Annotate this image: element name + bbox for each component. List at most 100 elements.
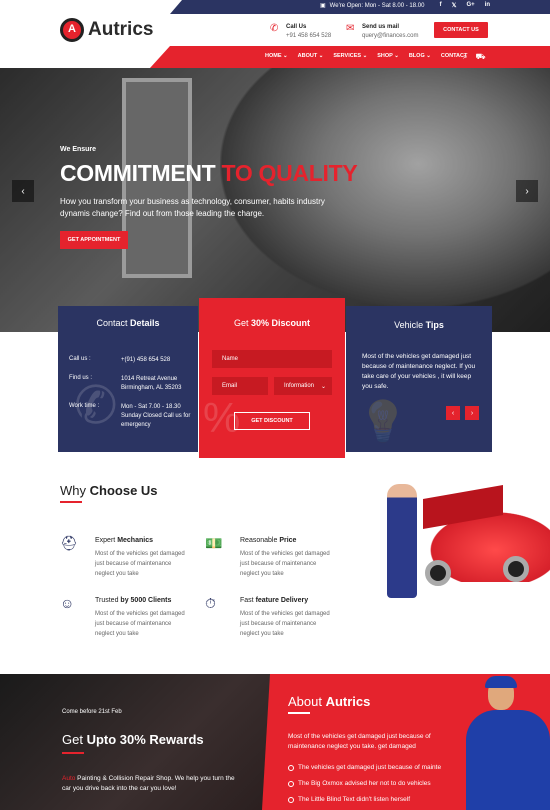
why-title-light: Why xyxy=(60,483,90,498)
feature-desc: Most of the vehicles get damaged just be… xyxy=(240,551,330,577)
feature-title-light: Reasonable xyxy=(240,537,280,544)
google-plus-icon[interactable]: G+ xyxy=(466,2,474,9)
feature-title-bold: feature Delivery xyxy=(255,597,309,604)
contact-find-value: 1014 Retreat Avenue Birmingham, AL 35203 xyxy=(121,376,182,391)
name-input[interactable]: Name xyxy=(212,350,332,368)
feature-desc: Most of the vehicles get damaged just be… xyxy=(95,611,185,637)
hero-title-red: TO QUALITY xyxy=(221,160,358,186)
tips-next-icon[interactable]: › xyxy=(465,406,479,420)
nav-about[interactable]: ABOUT ⌄ xyxy=(298,53,324,59)
feature-title-bold: Mechanics xyxy=(117,537,153,544)
feature-title-bold: by 5000 Clients xyxy=(120,597,172,604)
contact-row-work: Work time : Mon - Sat 7.00 - 18.30 Sunda… xyxy=(69,403,191,430)
why-title-bold: Choose Us xyxy=(89,483,158,498)
feature-title: Expert Mechanics xyxy=(95,537,153,544)
contact-work-label: Work time : xyxy=(69,403,100,409)
contact-row-find: Find us : 1014 Retreat Avenue Birmingham… xyxy=(69,375,191,393)
slider-prev-icon[interactable]: ‹ xyxy=(12,180,34,202)
call-us-info: ✆ Call Us +91 458 654 528 xyxy=(270,23,332,40)
mail-value: query@finances.com xyxy=(362,33,419,39)
feature-title-light: Expert xyxy=(95,537,118,544)
contact-details-box: Contact Details ✆ Call us : +(91) 458 65… xyxy=(58,306,198,452)
contact-row-call: Call us : +(91) 458 654 528 xyxy=(69,356,191,365)
why-choose-us-title: Why Choose Us xyxy=(60,483,158,498)
check-circle-icon xyxy=(288,764,294,771)
discount-title-light: Get xyxy=(233,318,251,328)
worker-thumbs-up-image xyxy=(460,674,550,810)
tips-text: Most of the vehicles get damaged just be… xyxy=(362,353,476,390)
call-us-value: +91 458 654 528 xyxy=(286,33,332,39)
feature-title: Trusted by 5000 Clients xyxy=(95,597,171,604)
opening-hours: ▣ We're Open: Mon - Sat 8.00 - 18.00 xyxy=(320,2,425,10)
rewards-title-light: Get xyxy=(62,732,87,747)
car-wheel-front xyxy=(425,560,451,586)
contact-box-title: Contact Details xyxy=(58,318,198,328)
rating-user-icon: ☺ xyxy=(60,595,75,611)
about-list-item: The Little Blind Text didn't listen hers… xyxy=(288,796,410,803)
mail-title: Send us mail xyxy=(362,24,400,30)
about-description: Most of the vehicles get damaged just be… xyxy=(288,733,431,750)
about-item-text: The Big Oxmox advised her not to do vehi… xyxy=(298,780,431,787)
nav-home[interactable]: HOME ⌄ xyxy=(265,53,288,59)
facebook-icon[interactable]: f xyxy=(440,2,442,9)
phone-icon: ✆ xyxy=(270,23,279,34)
email-input[interactable]: Email xyxy=(212,377,268,395)
hero-slider: ‹ › We Ensure COMMITMENT TO QUALITY How … xyxy=(0,68,550,332)
tips-prev-icon[interactable]: ‹ xyxy=(446,406,460,420)
rewards-underline xyxy=(62,752,84,754)
about-title-light: About xyxy=(288,694,326,709)
mechanic-figure xyxy=(387,484,417,598)
feature-title-light: Trusted xyxy=(95,597,121,604)
rewards-description: Auto Painting & Collision Repair Shop. W… xyxy=(62,774,242,794)
about-underline xyxy=(288,712,310,714)
main-nav: HOME ⌄ ABOUT ⌄ SERVICES ⌄ SHOP ⌄ BLOG ⌄ … xyxy=(265,53,467,59)
rewards-title: Get Upto 30% Rewards xyxy=(62,732,204,747)
logo[interactable]: Autrics xyxy=(60,18,153,42)
twitter-icon[interactable]: 𝕏 xyxy=(452,2,457,9)
about-item-text: The vehicles get damaged just because of… xyxy=(298,764,442,771)
get-discount-button[interactable]: GET DISCOUNT xyxy=(234,412,310,430)
search-icon[interactable]: ⌕ xyxy=(463,52,467,62)
stopwatch-icon: ⏱ xyxy=(205,595,216,611)
rewards-desc-red: Auto xyxy=(62,775,76,782)
contact-us-button[interactable]: CONTACT US xyxy=(434,22,488,38)
tips-title-bold: Tips xyxy=(425,320,444,330)
logo-text: Autrics xyxy=(88,19,154,40)
mail-icon: ✉ xyxy=(346,23,355,34)
about-list-item: The vehicles get damaged just because of… xyxy=(288,764,441,771)
calendar-icon: ▣ xyxy=(320,3,326,9)
mechanic-icon: ⛑ xyxy=(60,535,78,551)
contact-call-label: Call us : xyxy=(69,356,91,362)
discount-box: Get 30% Discount % Name Email Informatio… xyxy=(199,298,345,458)
worker-cap xyxy=(485,676,517,688)
mechanic-with-car-image xyxy=(383,482,550,600)
hero-title-white: COMMITMENT xyxy=(60,160,222,186)
discount-box-title: Get 30% Discount xyxy=(199,318,345,328)
worker-body xyxy=(466,710,550,810)
rewards-desc-text: Painting & Collision Repair Shop. We hel… xyxy=(62,775,235,792)
linkedin-icon[interactable]: in xyxy=(485,2,490,9)
nav-services[interactable]: SERVICES ⌄ xyxy=(333,53,367,59)
hero-title: COMMITMENT TO QUALITY xyxy=(60,160,358,187)
feature-title-bold: Price xyxy=(279,537,297,544)
top-bar: ▣ We're Open: Mon - Sat 8.00 - 18.00 f 𝕏… xyxy=(0,0,550,14)
information-select[interactable]: Information ⌄ xyxy=(274,377,332,395)
rewards-title-bold: Upto 30% Rewards xyxy=(86,732,204,747)
car-wheel-rear xyxy=(503,556,529,582)
cart-icon[interactable]: ⛟ xyxy=(475,52,485,62)
contact-find-label: Find us : xyxy=(69,375,93,381)
lightbulb-deco-icon: 💡 xyxy=(358,400,408,444)
get-appointment-button[interactable]: GET APPOINTMENT xyxy=(60,231,128,249)
contact-title-light: Contact xyxy=(96,318,130,328)
nav-blog[interactable]: BLOG ⌄ xyxy=(409,53,431,59)
tips-title-light: Vehicle xyxy=(394,320,426,330)
money-icon: 💵 xyxy=(205,535,223,551)
hero-description: How you transform your business as techn… xyxy=(60,197,325,218)
nav-shop[interactable]: SHOP ⌄ xyxy=(377,53,399,59)
slider-next-icon[interactable]: › xyxy=(516,180,538,202)
nav-tools: ⌕ ⛟ xyxy=(463,52,486,62)
contact-title-bold: Details xyxy=(130,318,160,328)
about-item-text: The Little Blind Text didn't listen hers… xyxy=(298,796,411,803)
information-select-value: Information xyxy=(284,383,315,389)
vehicle-tips-box: Vehicle Tips Most of the vehicles get da… xyxy=(346,306,492,452)
